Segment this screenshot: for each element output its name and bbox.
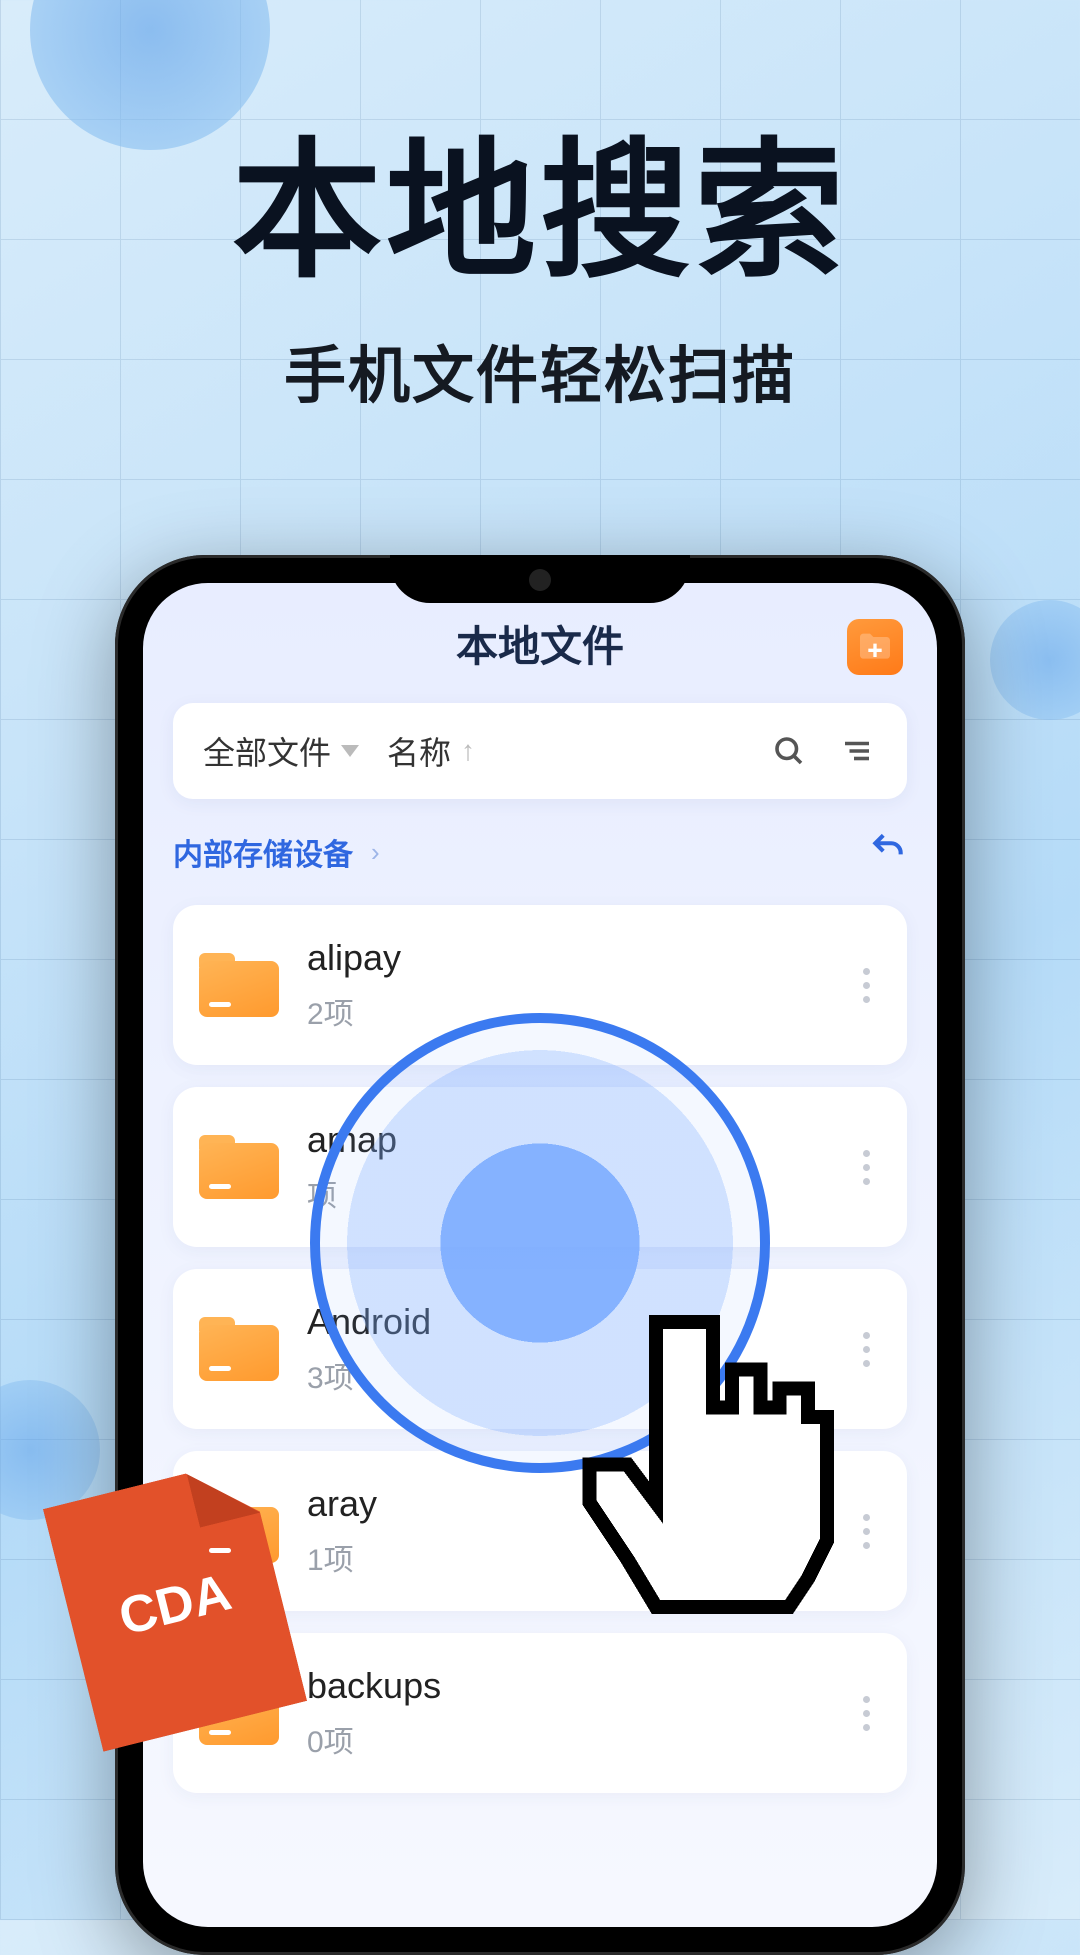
undo-button[interactable] [869,829,907,875]
list-item[interactable]: amap 项 [173,1087,907,1247]
file-count: 1项 [307,1535,377,1579]
folder-icon [199,1135,279,1199]
filter-scope[interactable]: 全部文件 [203,728,359,774]
phone-mockup: 本地文件 全部文件 名称 ↑ 内部存储设备 › [115,555,965,1955]
folder-icon [199,953,279,1017]
filter-scope-label: 全部文件 [203,728,331,774]
file-count: 2项 [307,989,401,1033]
filter-sort[interactable]: 名称 ↑ [387,728,475,774]
more-button[interactable] [851,968,881,1003]
sort-options-button[interactable] [837,731,877,771]
file-name: backups [307,1665,441,1707]
breadcrumb: 内部存储设备 › [173,829,907,875]
chevron-down-icon [341,745,359,757]
more-button[interactable] [851,1696,881,1731]
undo-icon [869,829,907,867]
page-title: 本地文件 [456,613,624,674]
file-name: amap [307,1119,397,1161]
list-item[interactable]: alipay 2项 [173,905,907,1065]
arrow-up-icon: ↑ [461,735,475,767]
file-count: 0项 [307,1717,441,1761]
hero-title: 本地搜索 [0,90,1080,307]
file-name: aray [307,1483,377,1525]
file-name: alipay [307,937,401,979]
list-item[interactable]: aray 1项 [173,1451,907,1611]
folder-plus-icon [855,627,895,667]
chevron-right-icon: › [371,837,380,868]
hero-subtitle: 手机文件轻松扫描 [0,325,1080,415]
breadcrumb-root[interactable]: 内部存储设备 [173,830,353,874]
app-screen: 本地文件 全部文件 名称 ↑ 内部存储设备 › [143,583,937,1927]
more-button[interactable] [851,1332,881,1367]
sort-icon [839,733,875,769]
more-button[interactable] [851,1514,881,1549]
file-count: 3项 [307,1353,431,1397]
more-button[interactable] [851,1150,881,1185]
filter-sort-label: 名称 [387,728,451,774]
search-icon [771,733,807,769]
app-header: 本地文件 [143,583,937,703]
file-count: 项 [307,1171,397,1215]
add-folder-button[interactable] [847,619,903,675]
cda-label: CDA [113,1562,237,1647]
folder-icon [199,1317,279,1381]
list-item[interactable]: Android 3项 [173,1269,907,1429]
filter-bar: 全部文件 名称 ↑ [173,703,907,799]
file-name: Android [307,1301,431,1343]
hero: 本地搜索 手机文件轻松扫描 [0,90,1080,415]
search-button[interactable] [769,731,809,771]
